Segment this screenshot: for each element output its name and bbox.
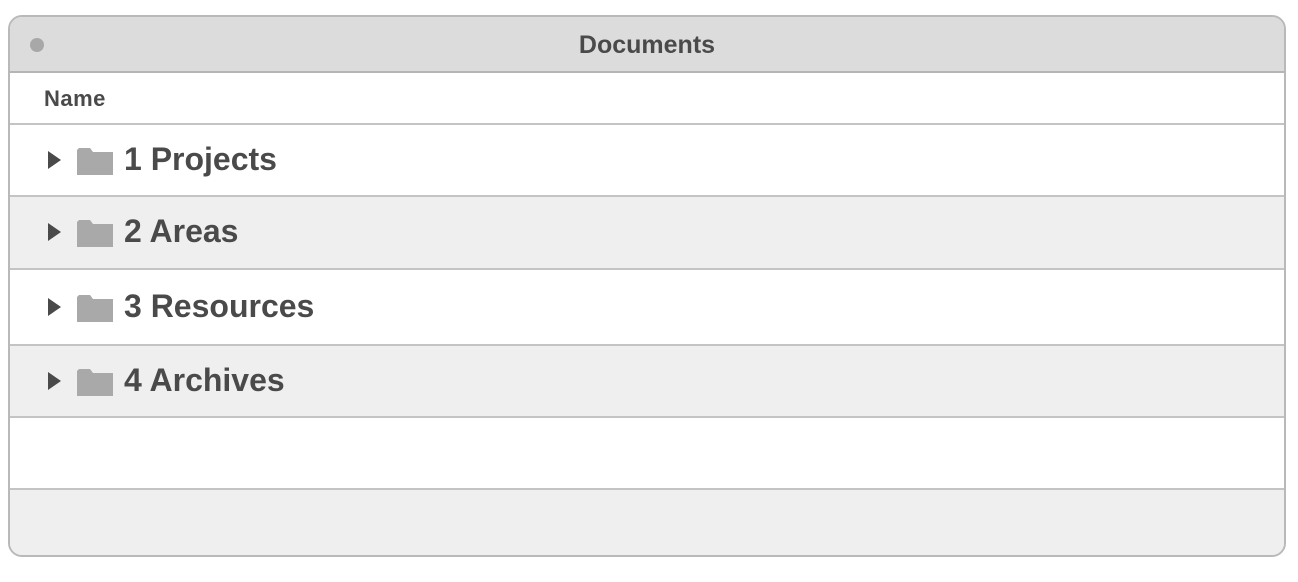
list-item-label: 4 Archives (124, 362, 285, 398)
list-item[interactable]: 3 Resources (10, 270, 1284, 346)
window-title: Documents (578, 31, 716, 59)
empty-row (10, 490, 1284, 555)
folder-icon (77, 148, 113, 175)
title-bar: Documents (10, 17, 1284, 73)
disclosure-triangle-icon[interactable] (48, 223, 61, 241)
list-item-label: 3 Resources (124, 288, 315, 324)
column-header-name[interactable]: Name (10, 73, 1284, 125)
empty-row (10, 418, 1284, 490)
disclosure-triangle-icon[interactable] (48, 151, 61, 169)
disclosure-triangle-icon[interactable] (48, 372, 61, 390)
folder-icon (77, 369, 113, 396)
column-header-label: Name (44, 86, 106, 111)
folder-icon (77, 220, 113, 247)
list-item-label: 1 Projects (124, 141, 277, 177)
finder-window: Documents Name 1 Projects 2 Areas 3 Reso… (8, 15, 1286, 557)
disclosure-triangle-icon[interactable] (48, 298, 61, 316)
list-item[interactable]: 1 Projects (10, 125, 1284, 197)
folder-icon (77, 295, 113, 322)
list-item[interactable]: 2 Areas (10, 197, 1284, 270)
list-item[interactable]: 4 Archives (10, 346, 1284, 418)
list-item-label: 2 Areas (124, 213, 239, 249)
